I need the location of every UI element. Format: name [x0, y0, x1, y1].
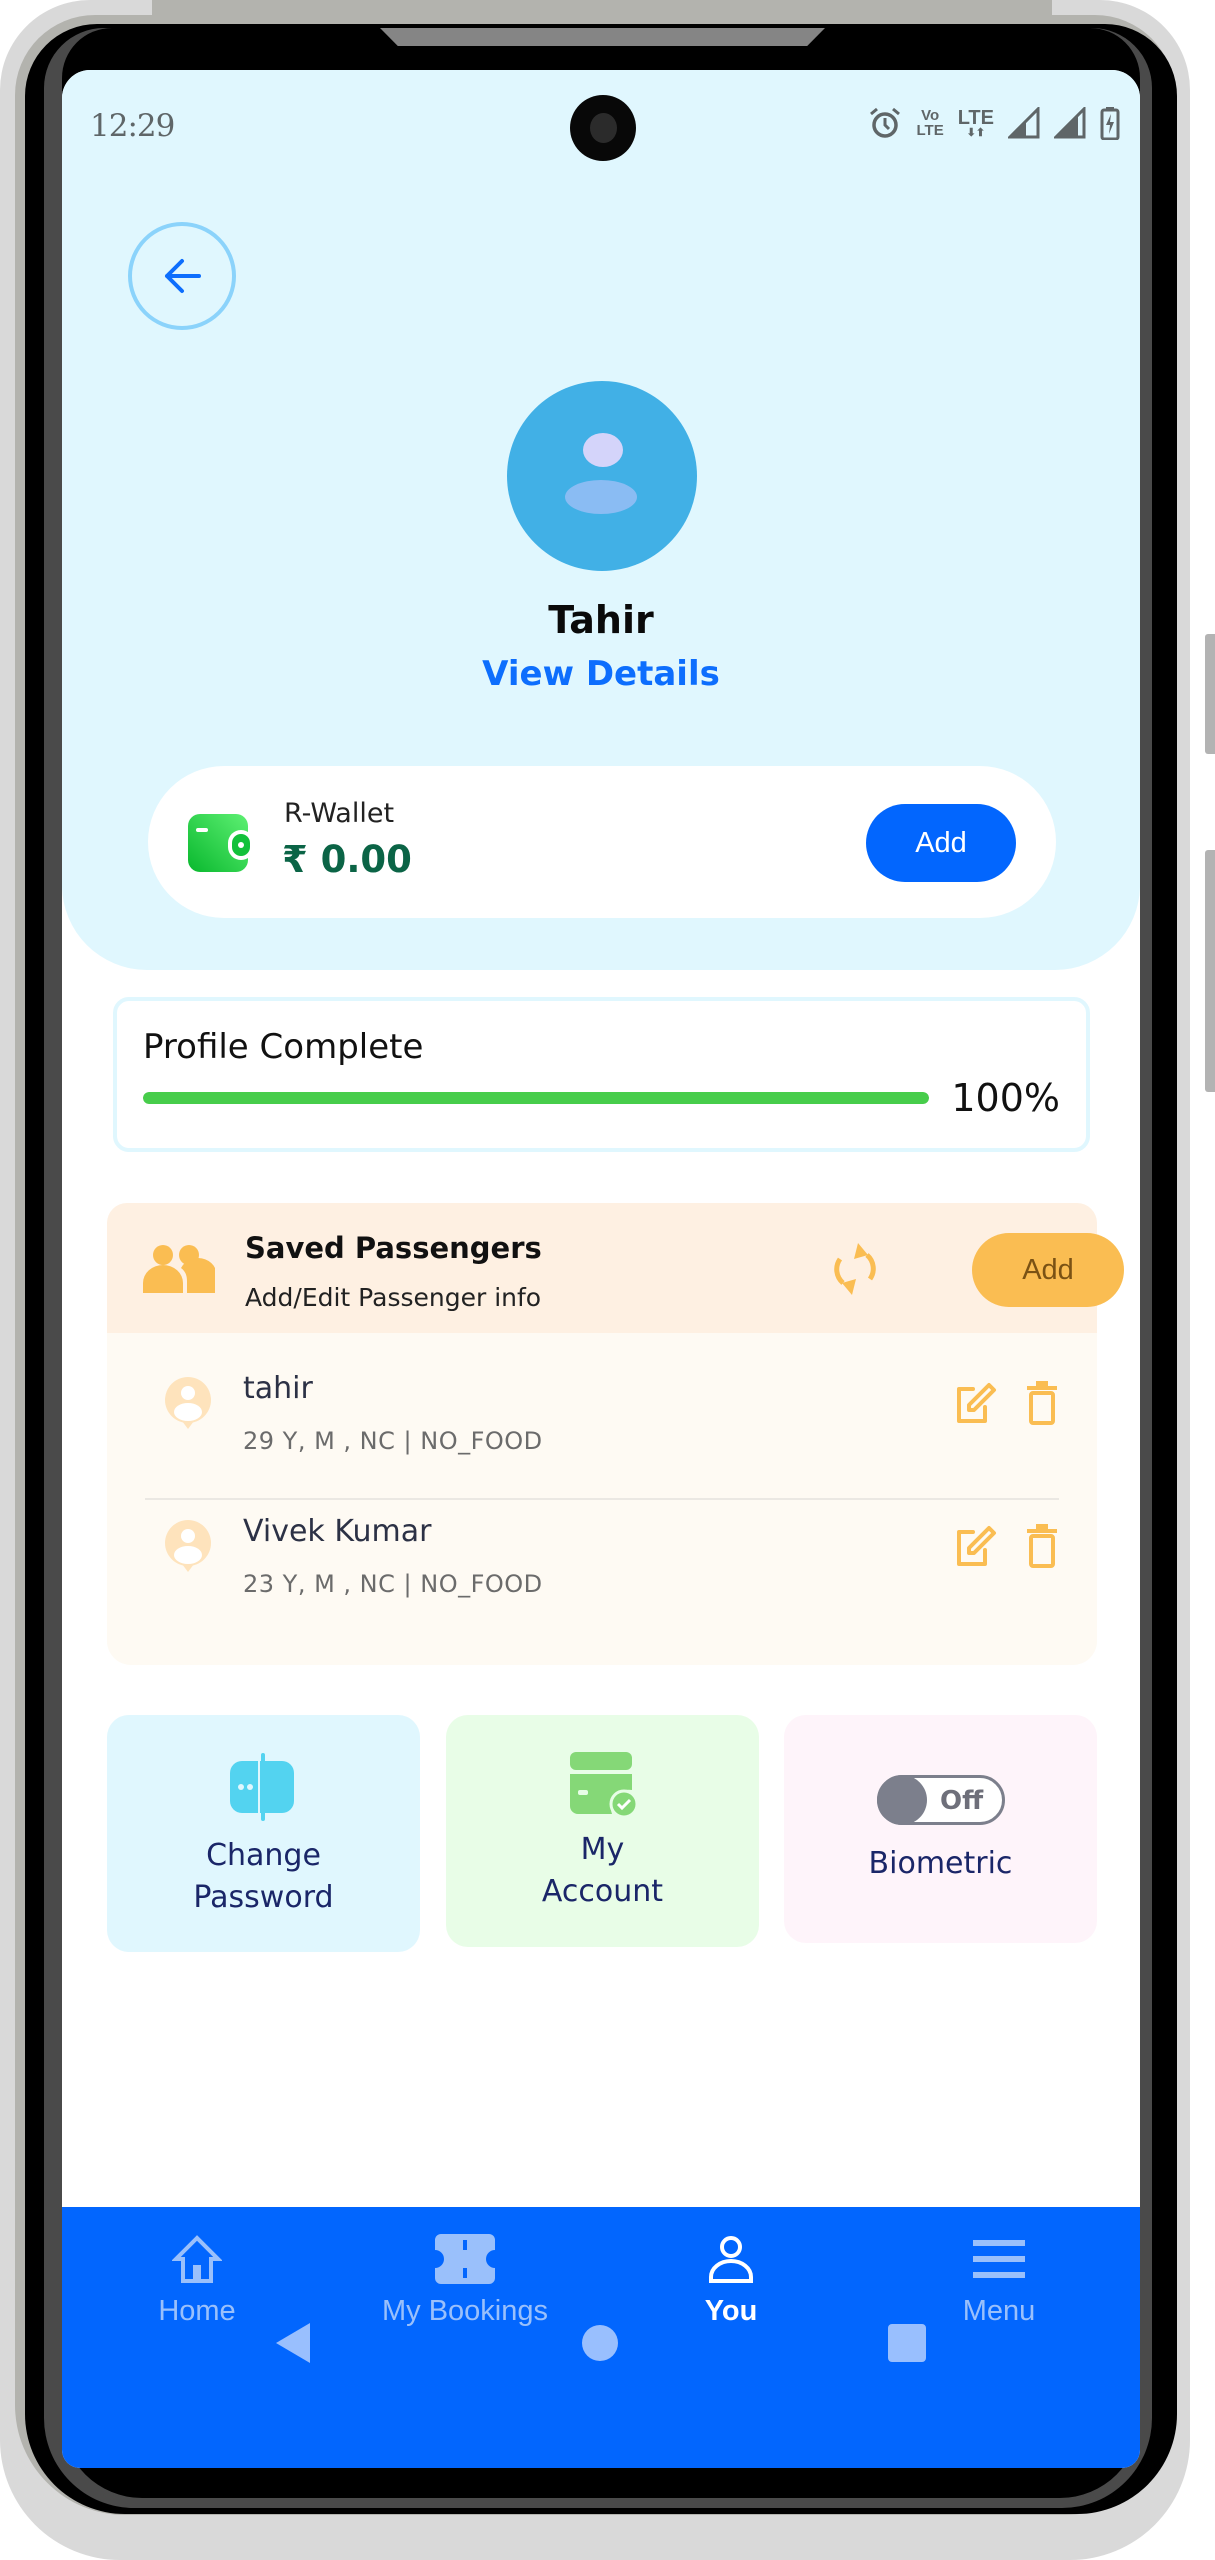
nav-label-my-bookings: My Bookings [381, 2295, 548, 2327]
power-button [1205, 850, 1215, 1092]
wallet-balance: ₹ 0.00 [282, 838, 412, 881]
wallet-card: R-Wallet ₹ 0.00 Add [148, 766, 1056, 918]
wallet-add-button[interactable]: Add [866, 804, 1016, 882]
refresh-icon [834, 1243, 876, 1295]
change-password-tile[interactable]: Change Password [107, 1715, 420, 1952]
my-account-tile[interactable]: My Account [446, 1715, 759, 1947]
menu-icon [889, 2231, 1109, 2287]
user-name: Tahir [548, 598, 654, 642]
view-details-link-row: View Details [62, 654, 1140, 694]
delete-passenger-button[interactable] [1025, 1524, 1059, 1572]
edit-icon [957, 1526, 996, 1566]
passenger-row: Vivek Kumar 23 Y, M , NC | NO_FOOD [107, 1476, 1097, 1616]
wallet-label: R-Wallet [284, 798, 395, 829]
ticket-icon [355, 2231, 575, 2287]
system-back-button[interactable] [276, 2323, 310, 2363]
nav-item-you[interactable]: You [621, 2231, 841, 2341]
volte-icon: Vo LTE [916, 108, 943, 138]
password-icon [230, 1753, 294, 1821]
edit-icon [957, 1383, 996, 1423]
change-password-label-2: Password [193, 1880, 334, 1915]
profile-complete-label: Profile Complete [143, 1027, 424, 1067]
status-icons: Vo LTE LTE ⬇⬆ [868, 106, 1120, 140]
user-avatar [507, 381, 697, 571]
passenger-list: tahir 29 Y, M , NC | NO_FOOD Vivek Kumar… [107, 1333, 1097, 1665]
passenger-name: Vivek Kumar [243, 1514, 432, 1549]
data-arrows-icon: ⬇⬆ [966, 126, 986, 139]
nav-item-home[interactable]: Home [87, 2231, 307, 2341]
front-camera [570, 95, 636, 161]
volte-bottom-text: LTE [916, 122, 944, 139]
passenger-avatar-icon [165, 1377, 211, 1429]
change-password-label-1: Change [206, 1838, 321, 1873]
nav-item-my-bookings[interactable]: My Bookings [355, 2231, 575, 2341]
system-home-button[interactable] [582, 2325, 618, 2361]
saved-passengers-subtitle: Add/Edit Passenger info [245, 1283, 542, 1312]
passenger-name: tahir [243, 1371, 313, 1406]
volume-button [1205, 634, 1215, 754]
user-icon [621, 2231, 841, 2287]
biometric-toggle[interactable]: Off [877, 1775, 1005, 1825]
status-time: 12:29 [90, 108, 175, 144]
biometric-label: Biometric [868, 1846, 1013, 1881]
saved-passengers-title: Saved Passengers [245, 1231, 542, 1265]
alarm-icon [870, 107, 901, 138]
battery-charging-icon [1100, 107, 1120, 140]
passenger-details: 29 Y, M , NC | NO_FOOD [243, 1427, 543, 1455]
nav-label-you: You [704, 2295, 758, 2327]
lte-data-icon: LTE ⬇⬆ [958, 108, 994, 139]
add-passenger-button[interactable]: Add [972, 1233, 1124, 1307]
my-account-label-1: My [580, 1832, 625, 1867]
nav-label-home: Home [158, 2295, 236, 2327]
passenger-details: 23 Y, M , NC | NO_FOOD [243, 1570, 543, 1598]
arrow-left-icon [165, 259, 201, 293]
earpiece-speaker [380, 28, 825, 46]
biometric-tile: Off Biometric [784, 1715, 1097, 1943]
toggle-knob [877, 1775, 927, 1825]
avatar-body-shape [565, 480, 637, 514]
profile-complete-percent: 100% [951, 1076, 1060, 1120]
profile-progress-bar [143, 1092, 929, 1104]
trash-icon [1027, 1381, 1057, 1425]
home-icon [87, 2231, 307, 2287]
trash-icon [1027, 1524, 1057, 1568]
back-button[interactable] [128, 222, 236, 330]
avatar-head-shape [583, 433, 623, 467]
view-details-link[interactable]: View Details [482, 654, 720, 694]
toggle-state-text: Off [940, 1786, 984, 1816]
passenger-avatar-icon [165, 1520, 211, 1572]
lte-text: LTE [957, 106, 994, 129]
edit-passenger-button[interactable] [953, 1524, 997, 1572]
passenger-row: tahir 29 Y, M , NC | NO_FOOD [107, 1333, 1097, 1473]
volte-top-text: Vo [921, 107, 940, 124]
users-icon [143, 1245, 215, 1293]
signal-icon [1054, 107, 1086, 139]
delete-passenger-button[interactable] [1025, 1381, 1059, 1429]
app-screen: 12:29 Vo LTE LTE ⬇⬆ Tahir View Details R… [62, 70, 1140, 2468]
signal-icon [1008, 107, 1040, 139]
profile-progress-fill [143, 1092, 929, 1104]
refresh-passengers-button[interactable] [832, 1241, 878, 1301]
edit-passenger-button[interactable] [953, 1381, 997, 1429]
account-card-icon [570, 1752, 638, 1818]
saved-passengers-header: Saved Passengers Add/Edit Passenger info… [107, 1203, 1124, 1333]
wallet-icon [188, 814, 254, 872]
profile-complete-card: Profile Complete 100% [113, 997, 1090, 1152]
system-recents-button[interactable] [888, 2324, 926, 2362]
my-account-label-2: Account [541, 1874, 664, 1909]
